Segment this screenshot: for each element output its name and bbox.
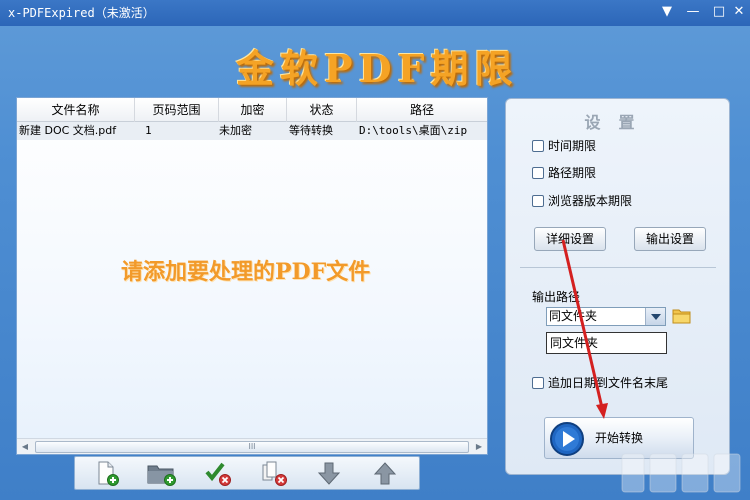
output-path-label: 输出路径 [532, 290, 581, 304]
file-list[interactable]: 文件名称 页码范围 加密 状态 路径 新建 DOC 文档.pdf 1 未加密 等… [16, 97, 488, 455]
checkbox-label: 浏览器版本期限 [548, 194, 633, 208]
settings-title: 设置 [584, 113, 653, 132]
move-up-button[interactable] [363, 459, 407, 487]
checkbox-label: 路径期限 [548, 166, 597, 180]
menu-button[interactable]: ▼ [656, 3, 678, 21]
checkbox-label: 时间期限 [548, 139, 597, 153]
file-list-header: 文件名称 页码范围 加密 状态 路径 [17, 98, 487, 122]
select-value: 同文件夹 [549, 309, 598, 323]
scroll-left-icon[interactable]: ◀ [17, 440, 33, 454]
checkbox-box[interactable] [532, 140, 544, 152]
add-folder-button[interactable] [139, 459, 183, 487]
move-down-button[interactable] [307, 459, 351, 487]
folder-icon [672, 309, 691, 324]
maximize-button[interactable]: □ [708, 3, 730, 21]
play-icon [550, 422, 584, 456]
scroll-thumb[interactable]: III [35, 441, 469, 453]
remove-checked-button[interactable] [195, 459, 239, 487]
move-up-icon [373, 462, 397, 485]
add-folder-icon [147, 465, 176, 486]
column-header-pages[interactable]: 页码范围 [135, 98, 219, 122]
checkbox-box[interactable] [532, 377, 544, 389]
checkbox-box[interactable] [532, 195, 544, 207]
checkbox-box[interactable] [532, 167, 544, 179]
browse-folder-button[interactable] [672, 307, 692, 325]
remove-checked-icon [205, 462, 231, 486]
brand-logo: 金软PDF期限 [236, 46, 519, 91]
horizontal-scrollbar[interactable]: ◀ III ▶ [17, 438, 487, 454]
add-file-button[interactable] [83, 459, 127, 487]
cell-page-range: 1 [145, 124, 152, 137]
cell-file-name: 新建 DOC 文档.pdf [19, 124, 117, 137]
remove-all-icon [262, 461, 287, 486]
window-title: x-PDFExpired（未激活） [8, 6, 155, 20]
output-path-select[interactable]: 同文件夹 [546, 307, 666, 326]
column-header-encrypt[interactable]: 加密 [219, 98, 287, 122]
minimize-button[interactable]: — [682, 3, 704, 21]
column-header-path[interactable]: 路径 [357, 98, 487, 122]
settings-panel: 设置 时间期限 路径期限 浏览器版本期限 详细设置 输出设置 输出路径 同文件夹… [505, 98, 730, 475]
empty-hint: 请添加要处理的PDF文件 [121, 259, 371, 285]
cell-path: D:\tools\桌面\zip [359, 124, 468, 137]
checkbox-label: 追加日期到文件名末尾 [548, 376, 669, 390]
output-settings-button[interactable]: 输出设置 [634, 227, 706, 251]
scroll-right-icon[interactable]: ▶ [471, 440, 487, 454]
watermark-logo [621, 453, 741, 493]
output-path-field[interactable]: 同文件夹 [546, 332, 667, 354]
cell-encryption: 未加密 [219, 124, 252, 137]
detail-settings-button[interactable]: 详细设置 [534, 227, 606, 251]
close-button[interactable]: ✕ [728, 3, 750, 21]
title-bar: x-PDFExpired（未激活） [0, 0, 750, 26]
chevron-down-icon[interactable] [645, 308, 665, 325]
divider [520, 267, 716, 268]
add-file-icon [98, 461, 119, 486]
table-row[interactable]: 新建 DOC 文档.pdf 1 未加密 等待转换 D:\tools\桌面\zip [17, 122, 487, 140]
cell-status: 等待转换 [289, 124, 333, 137]
move-down-icon [317, 462, 341, 485]
remove-all-button[interactable] [251, 459, 295, 487]
file-toolbar [74, 456, 420, 490]
column-header-status[interactable]: 状态 [287, 98, 357, 122]
column-header-name[interactable]: 文件名称 [17, 98, 135, 122]
